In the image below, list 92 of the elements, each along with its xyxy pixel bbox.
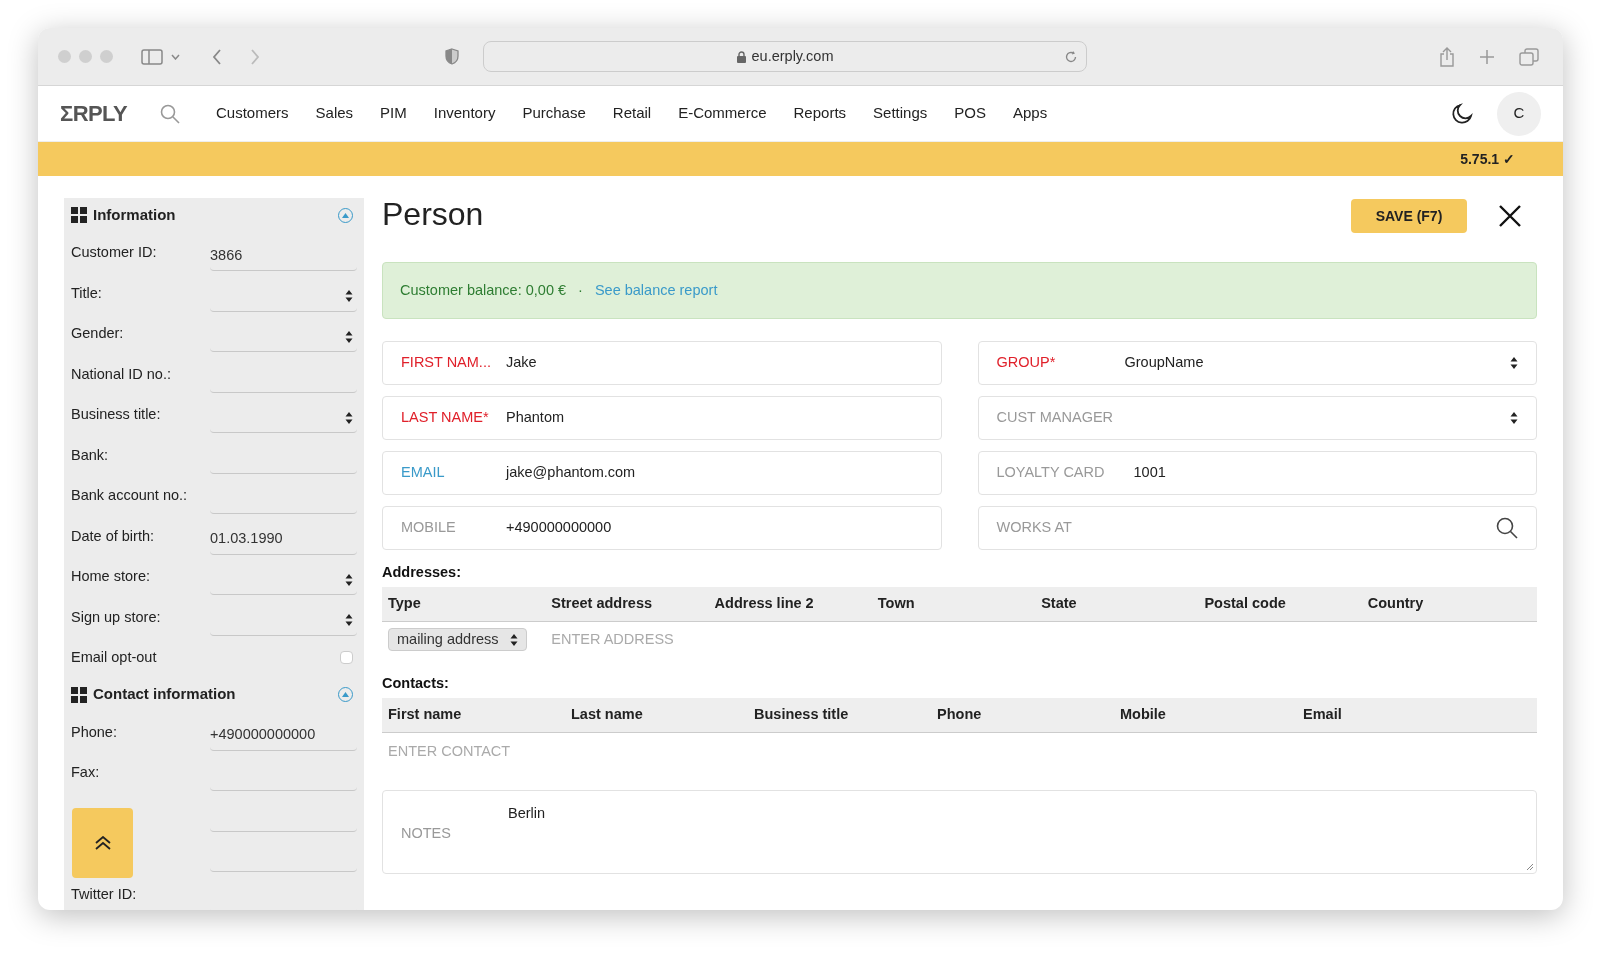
close-icon[interactable] — [1499, 205, 1521, 227]
shield-icon[interactable] — [445, 48, 459, 65]
updown-icon — [510, 632, 518, 647]
search-icon[interactable] — [1496, 517, 1518, 539]
nav-link[interactable]: POS — [954, 102, 986, 125]
input-field[interactable]: FIRST NAM... Jake — [382, 341, 942, 385]
updown-icon — [345, 410, 353, 425]
input-field[interactable]: 3866 — [210, 241, 357, 272]
forward-icon[interactable] — [250, 48, 260, 65]
plus-icon[interactable] — [1479, 48, 1495, 65]
input-field[interactable]: +490000000000 — [210, 720, 357, 751]
notes-field[interactable]: NOTES Berlin — [382, 789, 1537, 874]
column-header: Country — [1367, 593, 1425, 613]
logo[interactable]: ΣRPLY — [60, 97, 160, 130]
input-field[interactable]: 01.03.1990 — [210, 524, 357, 555]
column-header: First name — [388, 704, 463, 724]
separator-dot: · — [578, 280, 583, 300]
section-heading: Contacts: — [382, 673, 450, 693]
field-label: Title: — [71, 284, 102, 301]
field-label: Bank: — [71, 446, 109, 463]
column-header: Business title — [754, 704, 850, 724]
updown-icon — [1510, 411, 1518, 425]
column-header: Street address — [551, 593, 654, 613]
updown-icon — [1510, 356, 1518, 370]
field-label: Home store: — [71, 568, 150, 585]
input-field[interactable]: LAST NAME* Phantom — [382, 396, 942, 440]
column-header: Postal code — [1204, 593, 1287, 613]
sidebar-icon[interactable] — [141, 48, 163, 65]
column-header: Type — [388, 593, 422, 613]
nav-link[interactable]: Customers — [216, 102, 289, 125]
field-label: Sign up store: — [71, 608, 161, 625]
column-header: Last name — [571, 704, 644, 724]
double-chevron-up-icon — [94, 836, 111, 850]
field-label: Bank account no.: — [71, 487, 188, 504]
field-label: Phone: — [71, 723, 117, 740]
lock-icon — [736, 50, 746, 63]
field-label: Twitter ID: — [71, 885, 137, 902]
page-title: Person — [382, 195, 484, 234]
input-field[interactable]: MOBILE +490000000000 — [382, 506, 942, 550]
section-heading: Addresses: — [382, 563, 462, 582]
address-bar[interactable]: eu.erply.com — [483, 41, 1087, 72]
back-icon[interactable] — [212, 48, 222, 65]
grid-icon — [71, 686, 87, 703]
field-label: Business title: — [71, 406, 161, 423]
nav-link[interactable]: Settings — [873, 102, 928, 125]
input-field[interactable]: EMAIL jake@phantom.com — [382, 451, 942, 495]
column-header: Phone — [937, 704, 983, 724]
input-field[interactable]: LOYALTY CARD 1001 — [977, 451, 1537, 495]
checkbox[interactable] — [340, 650, 353, 664]
field-label: National ID no.: — [71, 365, 171, 382]
balance-text: Customer balance: 0,00 € — [400, 280, 567, 300]
nav-link[interactable]: Apps — [1012, 102, 1048, 125]
nav-link[interactable]: Retail — [612, 102, 652, 125]
moon-icon[interactable] — [1451, 102, 1473, 125]
grid-icon — [71, 207, 87, 223]
column-header: Address line 2 — [714, 593, 815, 613]
scroll-top-button[interactable] — [72, 808, 133, 878]
section-title: Information — [93, 204, 176, 225]
nav-link[interactable]: Sales — [315, 102, 354, 125]
share-icon[interactable] — [1439, 46, 1455, 67]
updown-icon — [345, 329, 353, 344]
caret-up-icon — [342, 692, 349, 697]
caret-up-icon — [342, 212, 349, 218]
field-label: Date of birth: — [71, 527, 154, 544]
tabs-icon[interactable] — [1519, 47, 1539, 66]
avatar[interactable]: C — [1497, 91, 1541, 136]
field-label: Fax: — [71, 764, 100, 781]
save-button[interactable]: SAVE (F7) — [1351, 199, 1467, 233]
field-label: Gender: — [71, 325, 124, 342]
nav-link[interactable]: Inventory — [433, 102, 496, 125]
column-header: Email — [1303, 704, 1343, 724]
resize-handle-icon[interactable] — [1526, 862, 1534, 871]
nav-link[interactable]: Purchase — [522, 102, 586, 125]
column-header: Town — [877, 593, 916, 613]
address-input[interactable]: ENTER ADDRESS — [551, 628, 1531, 651]
field-label: Customer ID: — [71, 244, 157, 261]
updown-icon — [345, 613, 353, 628]
updown-icon — [345, 572, 353, 587]
column-header: State — [1041, 593, 1078, 613]
address-type-select[interactable]: mailing address — [388, 628, 527, 652]
section-title: Contact information — [93, 684, 236, 705]
field-label: Email opt-out — [71, 649, 157, 666]
version-label: 5.75.1 ✓ — [1460, 149, 1515, 169]
nav-link[interactable]: E-Commerce — [678, 102, 767, 125]
column-header: Mobile — [1120, 704, 1167, 724]
select-field[interactable]: GROUP* GroupName — [977, 341, 1537, 385]
contact-input[interactable]: ENTER CONTACT — [382, 732, 1537, 769]
reload-icon[interactable] — [1064, 49, 1078, 64]
nav-link[interactable]: Reports — [793, 102, 847, 125]
nav-link[interactable]: PIM — [380, 102, 407, 125]
updown-icon — [345, 289, 353, 304]
chevron-down-icon[interactable] — [171, 53, 180, 60]
